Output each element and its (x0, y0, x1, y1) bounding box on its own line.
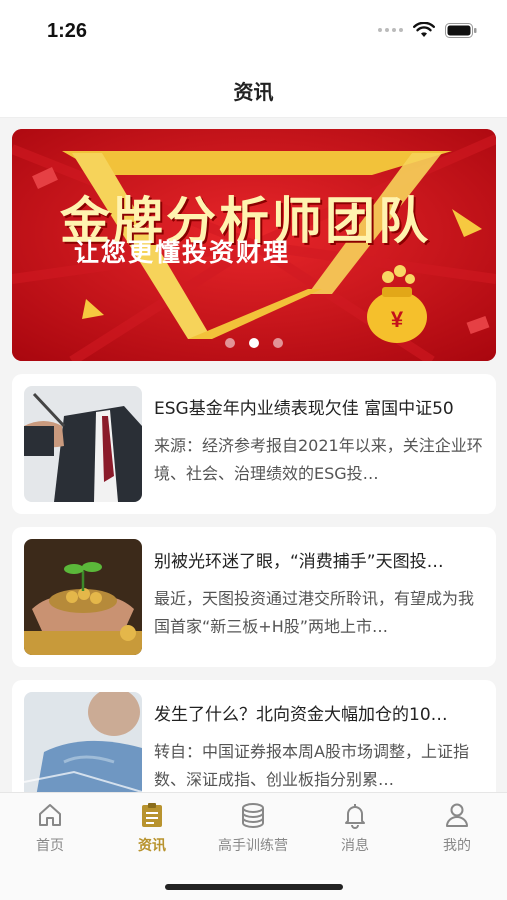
news-item[interactable]: 别被光环迷了眼，“消费捕手”天图投… 最近，天图投资通过港交所聆讯，有望成为我国… (12, 527, 496, 667)
news-description: 来源：经济参考报自2021年以来，关注企业环境、社会、治理绩效的ESG投… (154, 436, 483, 483)
news-thumbnail-businessman (24, 386, 142, 502)
svg-text:¥: ¥ (391, 307, 404, 332)
coins-icon (242, 803, 264, 828)
status-time: 1:26 (47, 20, 88, 42)
news-description: 最近，天图投资通过港交所聆讯，有望成为我国首家“新三板+H股”两地上市… (154, 589, 475, 636)
news-icon (142, 803, 162, 827)
carousel-dot[interactable] (224, 338, 235, 348)
news-description: 转自：中国证券报本周A股市场调整，上证指数、深证成指、创业板指分别累… (154, 742, 469, 789)
news-title[interactable]: 别被光环迷了眼，“消费捕手”天图投… (154, 547, 484, 572)
page-title: 资讯 (233, 80, 274, 104)
status-icons (378, 22, 477, 38)
nav-bar: 资讯 (0, 64, 507, 118)
wifi-icon (413, 22, 435, 37)
battery-icon (445, 22, 477, 38)
tab-news-label: 资讯 (138, 838, 166, 854)
tab-home-label: 首页 (36, 838, 64, 854)
tab-profile-label: 我的 (443, 838, 471, 854)
bell-icon (345, 804, 365, 829)
news-item[interactable]: ESG基金年内业绩表现欠佳 富国中证50 来源：经济参考报自2021年以来，关注… (12, 374, 496, 514)
tab-training-label: 高手训练营 (218, 838, 288, 854)
status-bar: 1:26 (0, 0, 507, 64)
signal-icon (378, 28, 403, 32)
person-icon (446, 803, 468, 827)
news-thumbnail-man-blue-shirt (24, 692, 142, 808)
carousel-indicator (0, 338, 507, 348)
carousel-dot[interactable] (272, 338, 283, 348)
news-title[interactable]: 发生了什么？北向资金大幅加仓的10… (154, 700, 484, 725)
home-indicator (165, 884, 343, 890)
news-thumbnail-coins-plant (24, 539, 142, 655)
carousel-dot-active[interactable] (248, 338, 259, 348)
home-icon (39, 804, 61, 826)
banner-subtitle: 让您更懂投资财理 (74, 238, 291, 267)
tab-profile[interactable]: 我的 (407, 801, 507, 861)
tab-training[interactable]: 高手训练营 (203, 801, 303, 861)
news-title[interactable]: ESG基金年内业绩表现欠佳 富国中证50 (154, 394, 484, 419)
tab-home[interactable]: 首页 (0, 801, 100, 861)
tab-messages-label: 消息 (341, 838, 369, 854)
tab-news[interactable]: 资讯 (102, 801, 202, 861)
tab-messages[interactable]: 消息 (305, 801, 405, 861)
